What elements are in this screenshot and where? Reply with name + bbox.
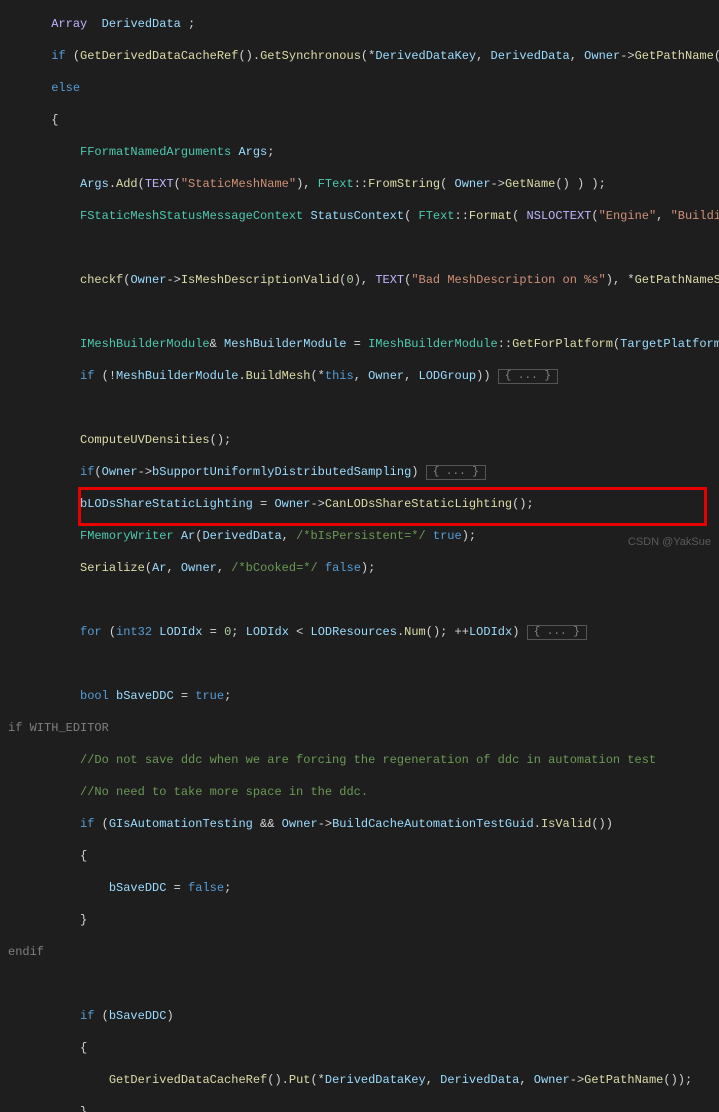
code-line bbox=[8, 304, 719, 320]
code-line: FFormatNamedArguments Args; bbox=[8, 144, 719, 160]
code-line: Array DerivedData ; bbox=[8, 16, 719, 32]
code-line: //No need to take more space in the ddc. bbox=[8, 784, 719, 800]
code-line bbox=[8, 976, 719, 992]
code-line: for (int32 LODIdx = 0; LODIdx < LODResou… bbox=[8, 624, 719, 640]
code-line: if (GIsAutomationTesting && Owner->Build… bbox=[8, 816, 719, 832]
code-line bbox=[8, 656, 719, 672]
code-line: //Do not save ddc when we are forcing th… bbox=[8, 752, 719, 768]
code-line: endif bbox=[8, 944, 719, 960]
code-line: { bbox=[8, 112, 719, 128]
code-line: FStaticMeshStatusMessageContext StatusCo… bbox=[8, 208, 719, 224]
code-editor[interactable]: Array DerivedData ; if (GetDerivedDataCa… bbox=[0, 0, 719, 1112]
code-line: if (!MeshBuilderModule.BuildMesh(*this, … bbox=[8, 368, 719, 384]
code-line: else bbox=[8, 80, 719, 96]
code-line: FMemoryWriter Ar(DerivedData, /*bIsPersi… bbox=[8, 528, 719, 544]
code-line: ComputeUVDensities(); bbox=[8, 432, 719, 448]
code-line: checkf(Owner->IsMeshDescriptionValid(0),… bbox=[8, 272, 719, 288]
code-line: GetDerivedDataCacheRef().Put(*DerivedDat… bbox=[8, 1072, 719, 1088]
code-line: } bbox=[8, 912, 719, 928]
code-line bbox=[8, 240, 719, 256]
fold-region[interactable]: { ... } bbox=[426, 465, 486, 480]
code-line: Serialize(Ar, Owner, /*bCooked=*/ false)… bbox=[8, 560, 719, 576]
code-line: bool bSaveDDC = true; bbox=[8, 688, 719, 704]
code-line: { bbox=[8, 1040, 719, 1056]
fold-region[interactable]: { ... } bbox=[498, 369, 558, 384]
code-line: bSaveDDC = false; bbox=[8, 880, 719, 896]
code-line: Args.Add(TEXT("StaticMeshName"), FText::… bbox=[8, 176, 719, 192]
code-line: bLODsShareStaticLighting = Owner->CanLOD… bbox=[8, 496, 719, 512]
code-line: { bbox=[8, 848, 719, 864]
watermark: CSDN @YakSue bbox=[628, 534, 711, 550]
code-line: } bbox=[8, 1104, 719, 1112]
code-line: IMeshBuilderModule& MeshBuilderModule = … bbox=[8, 336, 719, 352]
code-line: if (bSaveDDC) bbox=[8, 1008, 719, 1024]
fold-region[interactable]: { ... } bbox=[527, 625, 587, 640]
code-line: if (GetDerivedDataCacheRef().GetSynchron… bbox=[8, 48, 719, 64]
code-line bbox=[8, 592, 719, 608]
code-line bbox=[8, 400, 719, 416]
code-line: if(Owner->bSupportUniformlyDistributedSa… bbox=[8, 464, 719, 480]
code-line: if WITH_EDITOR bbox=[8, 720, 719, 736]
